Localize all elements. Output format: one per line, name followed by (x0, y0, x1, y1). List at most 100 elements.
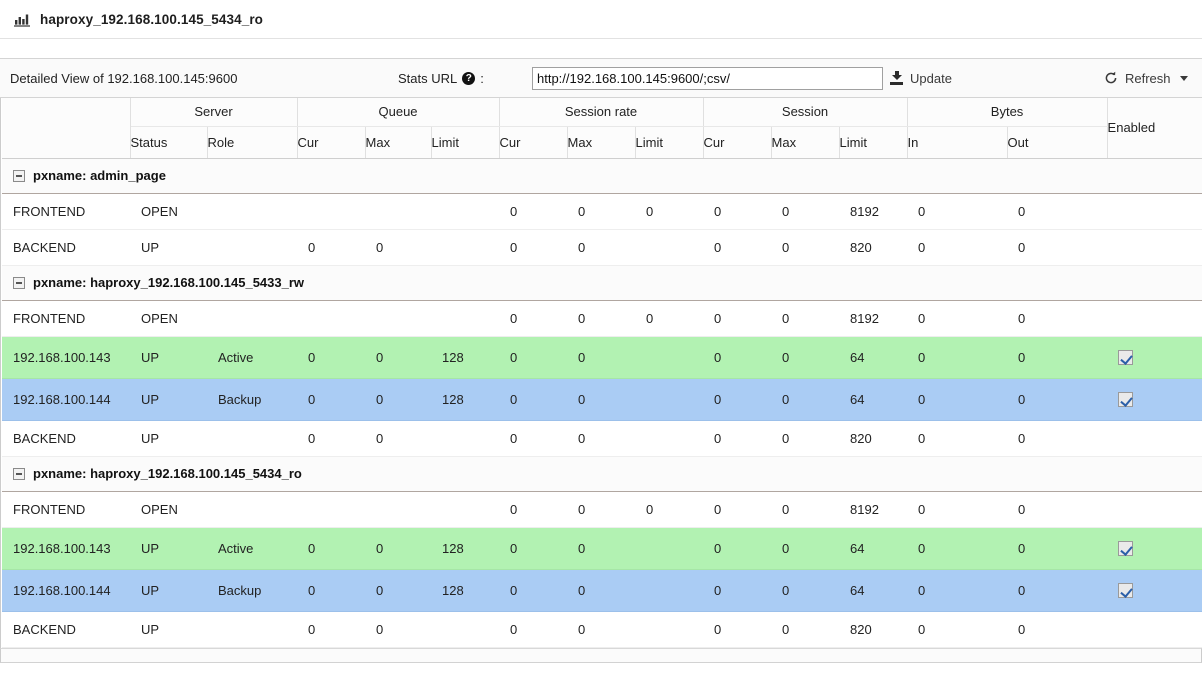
table-row[interactable]: 192.168.100.143 UP Active 0 0 128 0 0 0 0 64 0 0 (2, 336, 1202, 379)
cell-role: Backup (207, 569, 298, 612)
enabled-checkbox[interactable] (1118, 541, 1134, 557)
cell-session-max: 0 (771, 611, 840, 648)
cell-queue-cur: 0 (297, 527, 366, 570)
cell-queue-cur: 0 (297, 569, 366, 612)
proxy-group-header-cell[interactable]: pxname: haproxy_192.168.100.145_5434_ro (2, 455, 1202, 492)
cell-session-cur: 0 (703, 229, 772, 266)
cell-session-limit: 8192 (839, 300, 908, 337)
enabled-checkbox[interactable] (1118, 583, 1134, 599)
cell-name: 192.168.100.144 (2, 569, 130, 612)
cell-rate-max: 0 (567, 527, 636, 570)
proxy-group-label: pxname: haproxy_192.168.100.145_5433_rw (33, 275, 305, 290)
cell-session-limit: 64 (839, 527, 908, 570)
cell-status: UP (130, 229, 207, 266)
cell-session-cur: 0 (703, 336, 772, 379)
cell-queue-max: 0 (365, 229, 432, 266)
cell-enabled (1107, 491, 1202, 528)
refresh-icon (1104, 71, 1118, 85)
collapse-box-icon[interactable] (13, 169, 25, 182)
table-row[interactable]: BACKEND UP 0 0 0 0 0 0 820 0 0 (2, 611, 1202, 648)
cell-name: FRONTEND (2, 300, 130, 337)
cell-rate-limit (635, 569, 704, 612)
table-row[interactable]: FRONTEND OPEN 0 0 0 0 0 8192 0 0 (2, 193, 1202, 230)
cell-rate-max: 0 (567, 491, 636, 528)
header-server-role: Role (207, 126, 298, 159)
proxy-group-header-row[interactable]: pxname: admin_page (2, 157, 1202, 194)
table-row[interactable]: BACKEND UP 0 0 0 0 0 0 820 0 0 (2, 420, 1202, 457)
cell-status: OPEN (130, 300, 207, 337)
table-row[interactable]: 192.168.100.144 UP Backup 0 0 128 0 0 0 0 64 0 0 (2, 378, 1202, 421)
cell-name: 192.168.100.143 (2, 527, 130, 570)
stats-table-body: pxname: admin_page FRONTEND OPEN 0 0 0 0 0 8192 0… (2, 157, 1202, 648)
proxy-group-header-row[interactable]: pxname: haproxy_192.168.100.145_5434_ro (2, 455, 1202, 492)
proxy-group-header-cell[interactable]: pxname: haproxy_192.168.100.145_5433_rw (2, 264, 1202, 301)
cell-name: BACKEND (2, 229, 130, 266)
cell-rate-max: 0 (567, 193, 636, 230)
cell-name: 192.168.100.144 (2, 378, 130, 421)
help-icon[interactable]: ? (462, 71, 476, 85)
cell-bytes-in: 0 (907, 378, 1008, 421)
cell-queue-cur: 0 (297, 336, 366, 379)
cell-bytes-out: 0 (1007, 491, 1108, 528)
cell-enabled (1107, 611, 1202, 648)
cell-queue-max (365, 193, 432, 230)
collapse-box-icon[interactable] (13, 467, 25, 480)
header-queue-max: Max (365, 126, 432, 159)
header-blank (2, 98, 131, 159)
update-button-label: Update (910, 70, 952, 86)
cell-queue-limit: 128 (431, 527, 500, 570)
cell-session-max: 0 (771, 193, 840, 230)
proxy-group-header-cell[interactable]: pxname: admin_page (2, 157, 1202, 194)
cell-queue-limit (431, 193, 500, 230)
cell-role (207, 229, 298, 266)
cell-bytes-out: 0 (1007, 336, 1108, 379)
caret-down-icon[interactable] (1179, 75, 1188, 81)
cell-bytes-in: 0 (907, 336, 1008, 379)
cell-session-limit: 64 (839, 336, 908, 379)
enabled-checkbox[interactable] (1118, 350, 1134, 366)
cell-queue-max: 0 (365, 527, 432, 570)
cell-enabled (1107, 229, 1202, 266)
proxy-group-header-row[interactable]: pxname: haproxy_192.168.100.145_5433_rw (2, 264, 1202, 301)
cell-queue-max: 0 (365, 378, 432, 421)
table-row[interactable]: FRONTEND OPEN 0 0 0 0 0 8192 0 0 (2, 300, 1202, 337)
cell-rate-cur: 0 (499, 611, 568, 648)
header-queue-cur: Cur (297, 126, 366, 159)
cell-session-max: 0 (771, 300, 840, 337)
cell-session-cur: 0 (703, 420, 772, 457)
cell-queue-cur: 0 (297, 229, 366, 266)
detailed-view-label: Detailed View of 192.168.100.145:9600 (10, 70, 238, 86)
cell-status: OPEN (130, 491, 207, 528)
cell-bytes-in: 0 (907, 491, 1008, 528)
table-row[interactable]: 192.168.100.144 UP Backup 0 0 128 0 0 0 0 64 0 0 (2, 569, 1202, 612)
cell-queue-max (365, 491, 432, 528)
cell-bytes-in: 0 (907, 420, 1008, 457)
cell-name: FRONTEND (2, 491, 130, 528)
cell-queue-max: 0 (365, 336, 432, 379)
window-titlebar: haproxy_192.168.100.145_5434_ro (0, 0, 1202, 38)
cell-status: UP (130, 611, 207, 648)
cell-role (207, 491, 298, 528)
header-bytes-out: Out (1007, 126, 1108, 159)
cell-name: BACKEND (2, 611, 130, 648)
cell-status: UP (130, 569, 207, 612)
cell-rate-cur: 0 (499, 569, 568, 612)
table-row[interactable]: 192.168.100.143 UP Active 0 0 128 0 0 0 0 64 0 0 (2, 527, 1202, 570)
cell-rate-limit (635, 420, 704, 457)
cell-rate-cur: 0 (499, 336, 568, 379)
header-session-max: Max (771, 126, 840, 159)
cell-enabled (1107, 420, 1202, 457)
update-button[interactable]: Update (890, 71, 952, 86)
table-row[interactable]: BACKEND UP 0 0 0 0 0 0 820 0 0 (2, 229, 1202, 266)
collapse-box-icon[interactable] (13, 276, 25, 289)
cell-rate-limit: 0 (635, 300, 704, 337)
cell-rate-cur: 0 (499, 193, 568, 230)
cell-queue-max: 0 (365, 420, 432, 457)
stats-url-input[interactable] (532, 66, 883, 90)
header-enabled: Enabled (1107, 98, 1202, 159)
enabled-checkbox[interactable] (1118, 392, 1134, 408)
refresh-button[interactable]: Refresh (1104, 71, 1188, 86)
table-row[interactable]: FRONTEND OPEN 0 0 0 0 0 8192 0 0 (2, 491, 1202, 528)
chart-bar-icon (14, 11, 30, 27)
cell-session-max: 0 (771, 420, 840, 457)
